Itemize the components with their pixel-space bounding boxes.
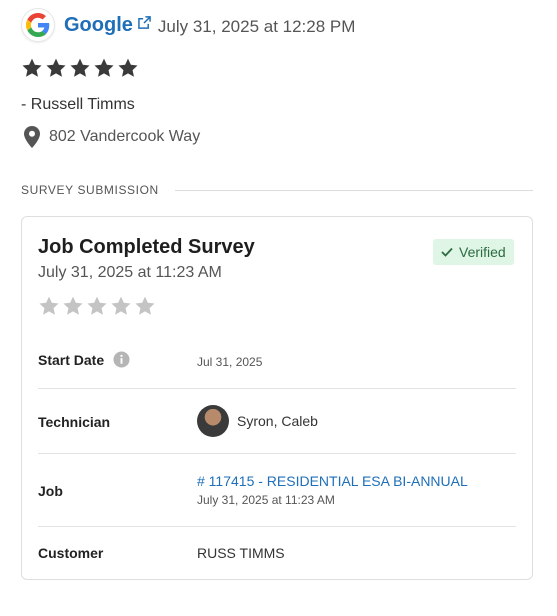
google-logo-icon xyxy=(21,8,55,42)
review-star-icon-2 xyxy=(45,57,67,79)
start-date-label-text: Start Date xyxy=(38,351,105,368)
survey-date: July 31, 2025 at 11:23 AM xyxy=(38,264,222,281)
survey-star-icon-1[interactable] xyxy=(38,295,60,317)
source-label[interactable]: Google xyxy=(64,14,133,37)
survey-star-icon-4[interactable] xyxy=(110,295,132,317)
review-address: 802 Vandercook Way xyxy=(24,126,200,148)
job-date: July 31, 2025 at 11:23 AM xyxy=(197,493,335,507)
customer-value: RUSS TIMMS xyxy=(197,545,285,561)
review-star-icon-4 xyxy=(93,57,115,79)
survey-star-icon-3[interactable] xyxy=(86,295,108,317)
technician-label: Technician xyxy=(38,414,111,430)
survey-card: Job Completed Survey July 31, 2025 at 11… xyxy=(21,216,533,580)
start-date-label: Start Date xyxy=(38,351,130,368)
job-link[interactable]: # 117415 - RESIDENTIAL ESA BI-ANNUAL xyxy=(197,473,468,489)
job-value: # 117415 - RESIDENTIAL ESA BI-ANNUAL Jul… xyxy=(197,473,468,507)
verified-label: Verified xyxy=(459,244,506,260)
row-start-date: Start Date Jul 31, 2025 xyxy=(38,343,516,389)
reviewer-name: - Russell Timms xyxy=(21,96,135,113)
survey-rating[interactable] xyxy=(38,295,156,317)
survey-star-icon-5[interactable] xyxy=(134,295,156,317)
technician-value: Syron, Caleb xyxy=(197,405,318,437)
row-customer: Customer RUSS TIMMS xyxy=(38,526,516,580)
start-date-value: Jul 31, 2025 xyxy=(197,355,263,369)
technician-name: Syron, Caleb xyxy=(237,413,318,429)
info-icon[interactable] xyxy=(113,351,130,368)
customer-label: Customer xyxy=(38,545,104,561)
row-job: Job # 117415 - RESIDENTIAL ESA BI-ANNUAL… xyxy=(38,453,516,526)
review-star-icon-3 xyxy=(69,57,91,79)
address-text: 802 Vandercook Way xyxy=(49,128,201,145)
survey-section-header: SURVEY SUBMISSION xyxy=(21,183,533,197)
external-link-icon[interactable] xyxy=(138,15,151,29)
map-pin-icon xyxy=(24,126,40,148)
review-detail-panel: Google July 31, 2025 at 12:28 PM - Russe… xyxy=(0,0,557,616)
job-label: Job xyxy=(38,483,63,499)
verified-badge: Verified xyxy=(433,239,514,265)
review-star-icon-5 xyxy=(117,57,139,79)
survey-star-icon-2[interactable] xyxy=(62,295,84,317)
section-title: SURVEY SUBMISSION xyxy=(21,183,159,197)
check-icon xyxy=(441,244,453,260)
review-header: Google July 31, 2025 at 12:28 PM xyxy=(21,8,355,42)
review-star-icon-1 xyxy=(21,57,43,79)
row-technician: Technician Syron, Caleb xyxy=(38,388,516,453)
review-timestamp: July 31, 2025 at 12:28 PM xyxy=(157,17,356,36)
survey-title: Job Completed Survey xyxy=(38,236,255,258)
avatar xyxy=(197,405,229,437)
review-rating xyxy=(21,57,139,79)
google-source-link[interactable]: Google xyxy=(64,14,151,37)
section-divider xyxy=(174,189,533,191)
